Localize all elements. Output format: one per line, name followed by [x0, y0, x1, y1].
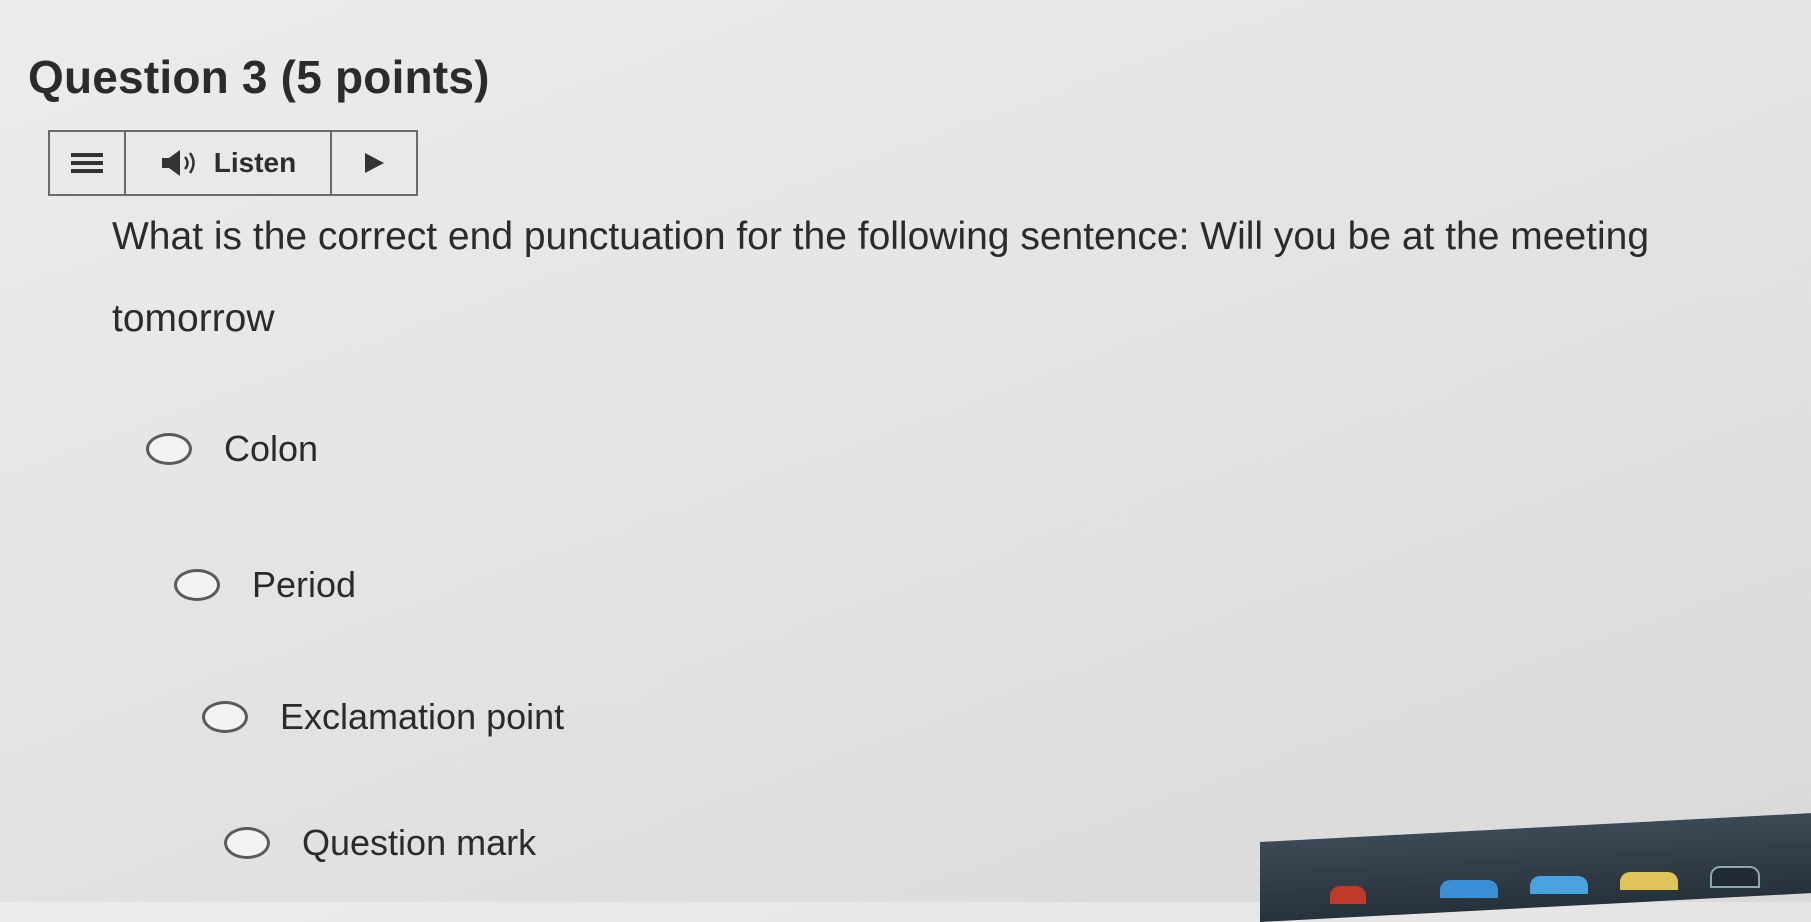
quiz-page: Question 3 (5 points) Listen What is the… [0, 0, 1811, 922]
taskbar-icon[interactable] [1330, 886, 1366, 904]
question-text: What is the correct end punctuation for … [112, 215, 1650, 340]
radio-button[interactable] [174, 569, 220, 601]
answer-option-colon[interactable]: Colon [146, 428, 318, 470]
option-label: Period [252, 564, 357, 605]
answer-option-question-mark[interactable]: Question mark [224, 822, 536, 864]
option-label: Exclamation point [280, 696, 565, 737]
speaker-icon [161, 150, 195, 176]
listen-button[interactable]: Listen [126, 132, 332, 194]
listen-label: Listen [213, 147, 297, 178]
listen-toolbar: Listen [48, 130, 418, 196]
toolbar-menu-button[interactable] [50, 132, 126, 194]
answer-option-exclamation-point[interactable]: Exclamation point [202, 696, 564, 738]
option-label: Colon [224, 428, 319, 469]
radio-button[interactable] [146, 433, 192, 465]
taskbar-icon[interactable] [1440, 880, 1498, 898]
answer-option-period[interactable]: Period [174, 564, 356, 606]
taskbar-icon[interactable] [1530, 876, 1588, 894]
play-button[interactable] [332, 132, 416, 194]
taskbar-icon[interactable] [1710, 866, 1760, 888]
question-title: Question 3 (5 points) [28, 51, 490, 103]
play-icon [365, 153, 384, 173]
radio-button[interactable] [224, 827, 270, 859]
hamburger-menu-icon [71, 153, 103, 173]
radio-button[interactable] [202, 701, 248, 733]
taskbar-icon[interactable] [1620, 872, 1678, 890]
option-label: Question mark [302, 822, 537, 863]
